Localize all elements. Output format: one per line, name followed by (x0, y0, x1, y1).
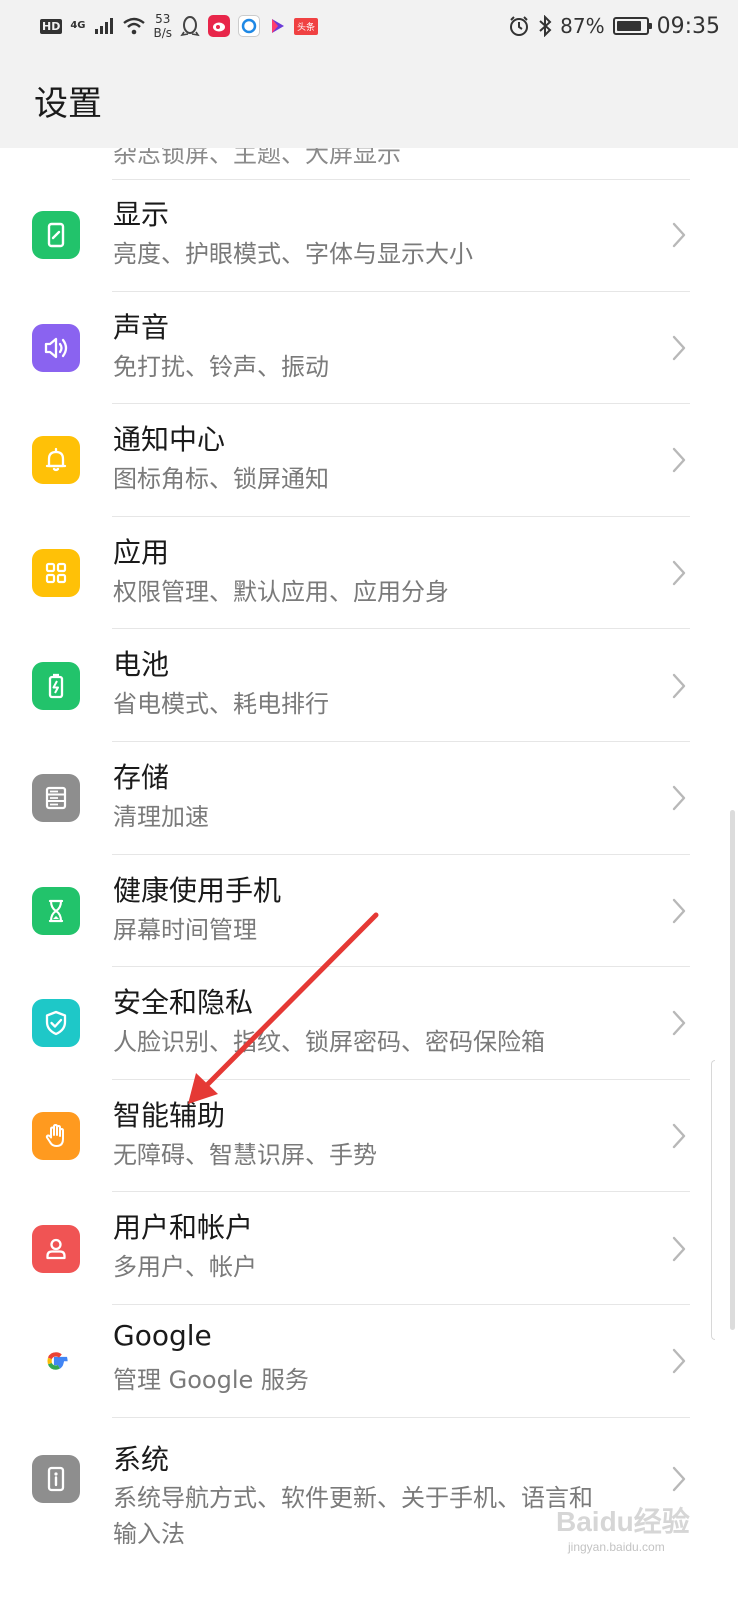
settings-item-title: 应用 (113, 535, 170, 569)
chevron-right-icon (668, 1463, 690, 1495)
settings-item-title: 健康使用手机 (113, 873, 282, 907)
settings-item-11[interactable]: Google 管理 Google 服务 (0, 1305, 738, 1418)
network-speed: 53 B/s (154, 12, 173, 40)
settings-item-title: 存储 (113, 761, 170, 794)
settings-list[interactable]: 杂志锁屏、主题、大屏显示 显示亮度、护眼模式、字体与显示大小声音免打扰、铃声、振… (0, 148, 738, 1600)
battery-icon (32, 661, 80, 710)
chevron-right-icon (668, 782, 690, 814)
settings-item-title: 显示 (113, 198, 170, 231)
weibo-app-icon (208, 15, 231, 37)
settings-item-subtitle: 亮度、护眼模式、字体与显示大小 (113, 240, 473, 268)
page-title: 设置 (34, 83, 102, 124)
system-info-icon (32, 1454, 80, 1503)
apps-grid-icon (32, 549, 80, 598)
video-app-icon (272, 19, 285, 33)
settings-item-subtitle: 省电模式、耗电排行 (113, 690, 329, 719)
status-bar: HD 4G 53 B/s 头条 87% 09:35 (0, 0, 738, 52)
scrollbar[interactable] (730, 810, 735, 1330)
settings-item-4[interactable]: 应用权限管理、默认应用、应用分身 (0, 517, 738, 630)
bluetooth-icon (539, 15, 552, 37)
settings-item-10[interactable]: 用户和帐户多用户、帐户 (0, 1192, 738, 1305)
storage-icon (32, 774, 80, 823)
speed-unit: B/s (153, 26, 173, 40)
battery-percent: 87% (560, 14, 605, 38)
qq-icon (180, 16, 200, 37)
settings-item-9[interactable]: 智能辅助无障碍、智慧识屏、手势 (0, 1080, 738, 1193)
signal-icon (94, 18, 113, 34)
chevron-right-icon (668, 670, 690, 702)
settings-item-subtitle: 系统导航方式、软件更新、关于手机、语言和 (113, 1483, 593, 1512)
settings-item-8[interactable]: 安全和隐私人脸识别、指纹、锁屏密码、密码保险箱 (0, 967, 738, 1080)
settings-item-7[interactable]: 健康使用手机屏幕时间管理 (0, 855, 738, 968)
chevron-right-icon (668, 557, 690, 589)
watermark-logo: Baidu经验 (556, 1506, 690, 1537)
app-bar: 设置 (0, 52, 738, 148)
speed-value: 53 (155, 12, 171, 26)
settings-item-title: Google (113, 1319, 212, 1352)
settings-item-1[interactable]: 显示亮度、护眼模式、字体与显示大小 (0, 179, 738, 292)
chevron-right-icon (668, 219, 690, 251)
chevron-right-icon (668, 895, 690, 927)
settings-item-subtitle: 清理加速 (113, 803, 209, 831)
settings-item-subtitle: 人脸识别、指纹、锁屏密码、密码保险箱 (113, 1028, 545, 1057)
chevron-right-icon (668, 332, 690, 364)
settings-item-title: 安全和隐私 (113, 986, 254, 1020)
hourglass-icon (32, 886, 80, 935)
settings-item-subtitle: 图标角标、锁屏通知 (113, 465, 329, 494)
chevron-right-icon (668, 1233, 690, 1265)
settings-item-subtitle: 屏幕时间管理 (113, 915, 257, 944)
settings-item-title: 电池 (113, 648, 170, 682)
settings-item-2[interactable]: 声音免打扰、铃声、振动 (0, 292, 738, 405)
sound-icon (32, 323, 80, 372)
settings-item-title: 智能辅助 (113, 1098, 226, 1132)
battery-icon (612, 17, 652, 35)
network-type: 4G (70, 20, 86, 31)
toutiao-app-icon: 头条 (294, 17, 319, 35)
shield-check-icon (32, 999, 80, 1048)
chevron-right-icon (668, 1120, 690, 1152)
user-icon (32, 1224, 80, 1273)
display-icon (32, 211, 80, 260)
settings-item-title: 用户和帐户 (113, 1211, 254, 1245)
settings-item-subtitle-line2: 输入法 (113, 1519, 185, 1548)
settings-item-title: 通知中心 (113, 423, 226, 457)
settings-item-subtitle: 多用户、帐户 (113, 1253, 257, 1282)
browser-app-icon (238, 15, 261, 37)
settings-item-subtitle: 无障碍、智慧识屏、手势 (113, 1140, 377, 1169)
google-icon (32, 1337, 80, 1386)
settings-item-title: 系统 (113, 1442, 170, 1476)
hd-badge: HD (40, 18, 63, 34)
alarm-icon (510, 16, 529, 36)
partial-item-subtitle: 杂志锁屏、主题、大屏显示 (113, 148, 401, 168)
settings-item-5[interactable]: 电池省电模式、耗电排行 (0, 629, 738, 742)
settings-item-3[interactable]: 通知中心图标角标、锁屏通知 (0, 404, 738, 517)
hand-icon (32, 1112, 80, 1161)
settings-item-subtitle: 权限管理、默认应用、应用分身 (113, 577, 449, 606)
battery-fill (616, 21, 641, 31)
settings-item-subtitle: 管理 Google 服务 (113, 1366, 309, 1394)
watermark-url: jingyan.baidu.com (568, 1540, 665, 1554)
edge-handle[interactable] (711, 1060, 715, 1340)
chevron-right-icon (668, 1345, 690, 1377)
settings-item-title: 声音 (113, 310, 170, 344)
wifi-icon (122, 17, 145, 35)
clock: 09:35 (656, 13, 720, 39)
chevron-right-icon (668, 444, 690, 476)
settings-item-subtitle: 免打扰、铃声、振动 (113, 352, 329, 381)
settings-item-6[interactable]: 存储 清理加速 (0, 742, 738, 855)
bell-icon (32, 436, 80, 485)
chevron-right-icon (668, 1007, 690, 1039)
